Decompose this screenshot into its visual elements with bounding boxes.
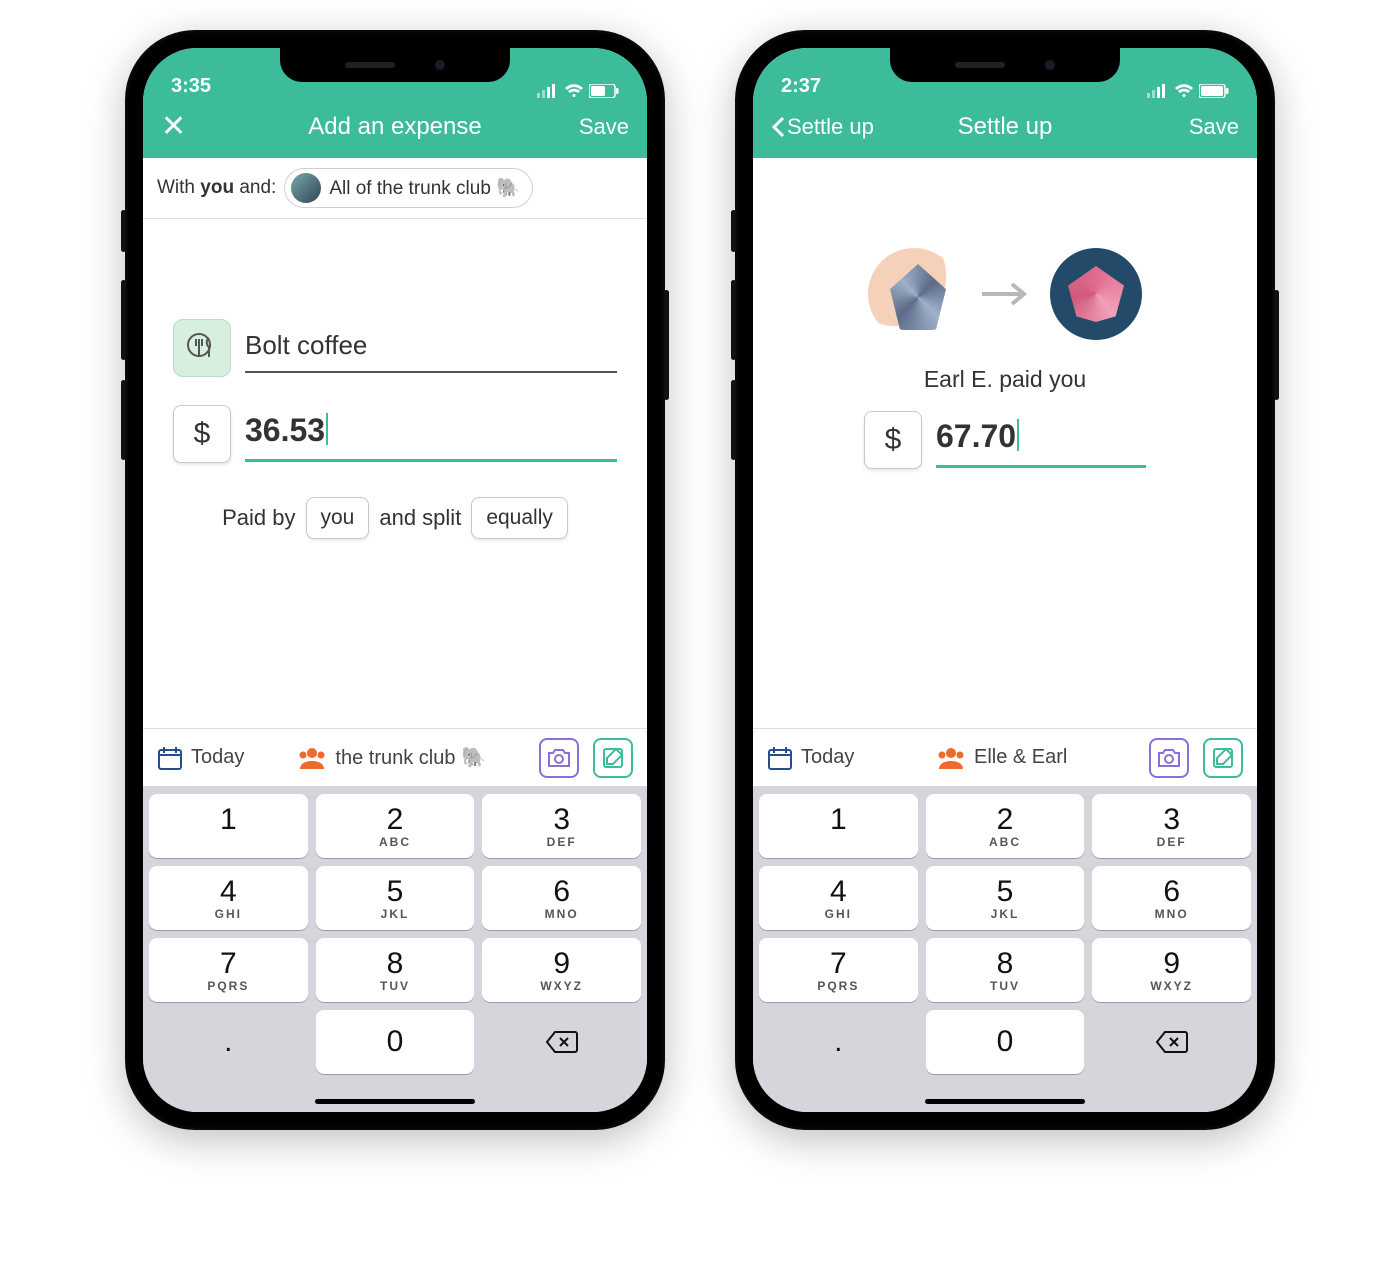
group-avatar-icon xyxy=(291,173,321,203)
cellular-icon xyxy=(1147,84,1169,98)
people-icon xyxy=(297,747,327,769)
key-dot[interactable]: . xyxy=(149,1010,308,1074)
phone-settle: 2:37 Settle up Settle up Save xyxy=(735,30,1275,1130)
amount-input[interactable]: 67.70 xyxy=(936,412,1146,468)
note-icon xyxy=(601,746,625,770)
navbar: ✕ Add an expense Save xyxy=(143,102,647,158)
key-7[interactable]: 7PQRS xyxy=(149,938,308,1002)
battery-icon xyxy=(1199,84,1229,98)
keypad: 1 2ABC3DEF 4GHI5JKL6MNO 7PQRS8TUV9WXYZ.0 xyxy=(143,786,647,1112)
split-method-button[interactable]: equally xyxy=(471,497,568,539)
save-button[interactable]: Save xyxy=(579,114,629,140)
camera-button[interactable] xyxy=(1149,738,1189,778)
key-1[interactable]: 1 xyxy=(759,794,918,858)
key-0[interactable]: 0 xyxy=(926,1010,1085,1074)
payee-avatar[interactable] xyxy=(1050,248,1142,340)
key-3[interactable]: 3DEF xyxy=(482,794,641,858)
options-bar: Today Elle & Earl xyxy=(753,728,1257,786)
participants-strip: With you and: All of the trunk club 🐘 xyxy=(143,158,647,219)
backspace-icon xyxy=(1155,1030,1189,1054)
save-button[interactable]: Save xyxy=(1189,114,1239,140)
calendar-icon xyxy=(157,745,183,771)
key-4[interactable]: 4GHI xyxy=(149,866,308,930)
wifi-icon xyxy=(564,84,584,98)
home-indicator[interactable] xyxy=(315,1099,475,1104)
currency-button[interactable]: $ xyxy=(864,411,922,469)
key-6[interactable]: 6MNO xyxy=(1092,866,1251,930)
key-9[interactable]: 9WXYZ xyxy=(482,938,641,1002)
key-9[interactable]: 9WXYZ xyxy=(1092,938,1251,1002)
group-button[interactable]: Elle & Earl xyxy=(868,746,1135,769)
keypad: 1 2ABC3DEF 4GHI5JKL6MNO 7PQRS8TUV9WXYZ.0 xyxy=(753,786,1257,1112)
currency-button[interactable]: $ xyxy=(173,405,231,463)
date-button[interactable]: Today xyxy=(767,745,854,771)
amount-input[interactable]: 36.53 xyxy=(245,406,617,462)
payer-button[interactable]: you xyxy=(306,497,370,539)
key-6[interactable]: 6MNO xyxy=(482,866,641,930)
payment-label: Earl E. paid you xyxy=(753,366,1257,393)
options-bar: Today the trunk club 🐘 xyxy=(143,728,647,786)
people-icon xyxy=(936,747,966,769)
note-icon xyxy=(1211,746,1235,770)
notch xyxy=(280,48,510,82)
key-5[interactable]: 5JKL xyxy=(316,866,475,930)
key-8[interactable]: 8TUV xyxy=(926,938,1085,1002)
back-button[interactable]: Settle up xyxy=(771,114,874,140)
group-button[interactable]: the trunk club 🐘 xyxy=(258,745,525,770)
arrow-right-icon xyxy=(980,280,1030,308)
key-delete[interactable] xyxy=(1092,1010,1251,1074)
home-indicator[interactable] xyxy=(925,1099,1085,1104)
key-1[interactable]: 1 xyxy=(149,794,308,858)
status-time: 2:37 xyxy=(781,75,821,98)
camera-icon xyxy=(1157,748,1181,768)
nav-title: Settle up xyxy=(881,113,1129,141)
status-time: 3:35 xyxy=(171,75,211,98)
key-dot[interactable]: . xyxy=(759,1010,918,1074)
nav-title: Add an expense xyxy=(271,113,519,141)
key-8[interactable]: 8TUV xyxy=(316,938,475,1002)
note-button[interactable] xyxy=(593,738,633,778)
key-0[interactable]: 0 xyxy=(316,1010,475,1074)
camera-icon xyxy=(547,748,571,768)
date-button[interactable]: Today xyxy=(157,745,244,771)
key-7[interactable]: 7PQRS xyxy=(759,938,918,1002)
calendar-icon xyxy=(767,745,793,771)
key-4[interactable]: 4GHI xyxy=(759,866,918,930)
navbar: Settle up Settle up Save xyxy=(753,102,1257,158)
cellular-icon xyxy=(537,84,559,98)
key-3[interactable]: 3DEF xyxy=(1092,794,1251,858)
camera-button[interactable] xyxy=(539,738,579,778)
key-5[interactable]: 5JKL xyxy=(926,866,1085,930)
chevron-left-icon xyxy=(771,116,785,138)
key-2[interactable]: 2ABC xyxy=(316,794,475,858)
notch xyxy=(890,48,1120,82)
key-delete[interactable] xyxy=(482,1010,641,1074)
key-2[interactable]: 2ABC xyxy=(926,794,1085,858)
battery-icon xyxy=(589,84,619,98)
note-button[interactable] xyxy=(1203,738,1243,778)
backspace-icon xyxy=(545,1030,579,1054)
payment-direction xyxy=(753,248,1257,340)
description-input[interactable]: Bolt coffee xyxy=(245,324,617,373)
split-line: Paid by you and split equally xyxy=(173,497,617,539)
phone-expense: 3:35 ✕ Add an expense Save With you and:… xyxy=(125,30,665,1130)
payer-avatar[interactable] xyxy=(868,248,960,340)
close-button[interactable]: ✕ xyxy=(161,112,186,142)
group-chip[interactable]: All of the trunk club 🐘 xyxy=(284,168,533,208)
wifi-icon xyxy=(1174,84,1194,98)
category-icon[interactable] xyxy=(173,319,231,377)
